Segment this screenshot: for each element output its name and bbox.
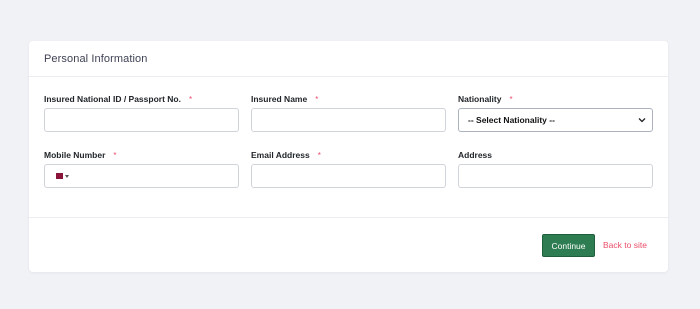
- nationality-select[interactable]: -- Select Nationality --: [458, 108, 653, 132]
- mobile-number-wrapper: [44, 164, 239, 188]
- insured-name-label: Insured Name *: [251, 94, 319, 104]
- address-label: Address: [458, 150, 493, 160]
- email-label: Email Address *: [251, 150, 321, 160]
- footer-divider: [29, 217, 668, 218]
- nationality-selected-value: -- Select Nationality --: [468, 115, 555, 125]
- required-asterisk: *: [317, 151, 321, 160]
- required-asterisk: *: [113, 151, 117, 160]
- national-id-input[interactable]: [44, 108, 239, 132]
- insured-name-input[interactable]: [251, 108, 446, 132]
- card-header: Personal Information: [29, 41, 668, 77]
- address-input[interactable]: [458, 164, 653, 188]
- required-asterisk: *: [509, 95, 513, 104]
- required-asterisk: *: [315, 95, 319, 104]
- caret-down-icon: [65, 174, 69, 178]
- nationality-label: Nationality *: [458, 94, 513, 104]
- national-id-label: Insured National ID / Passport No. *: [44, 94, 193, 104]
- chevron-down-icon: [638, 118, 646, 123]
- qatar-flag-icon: [53, 173, 63, 179]
- country-code-selector[interactable]: [53, 172, 69, 180]
- back-to-site-link[interactable]: Back to site: [603, 240, 647, 250]
- card-title: Personal Information: [44, 53, 148, 65]
- mobile-number-label: Mobile Number *: [44, 150, 117, 160]
- required-asterisk: *: [188, 95, 193, 104]
- personal-information-card: Personal Information Insured National ID…: [29, 41, 668, 272]
- mobile-number-input[interactable]: [44, 164, 239, 188]
- email-input[interactable]: [251, 164, 446, 188]
- continue-button[interactable]: Continue: [542, 234, 595, 257]
